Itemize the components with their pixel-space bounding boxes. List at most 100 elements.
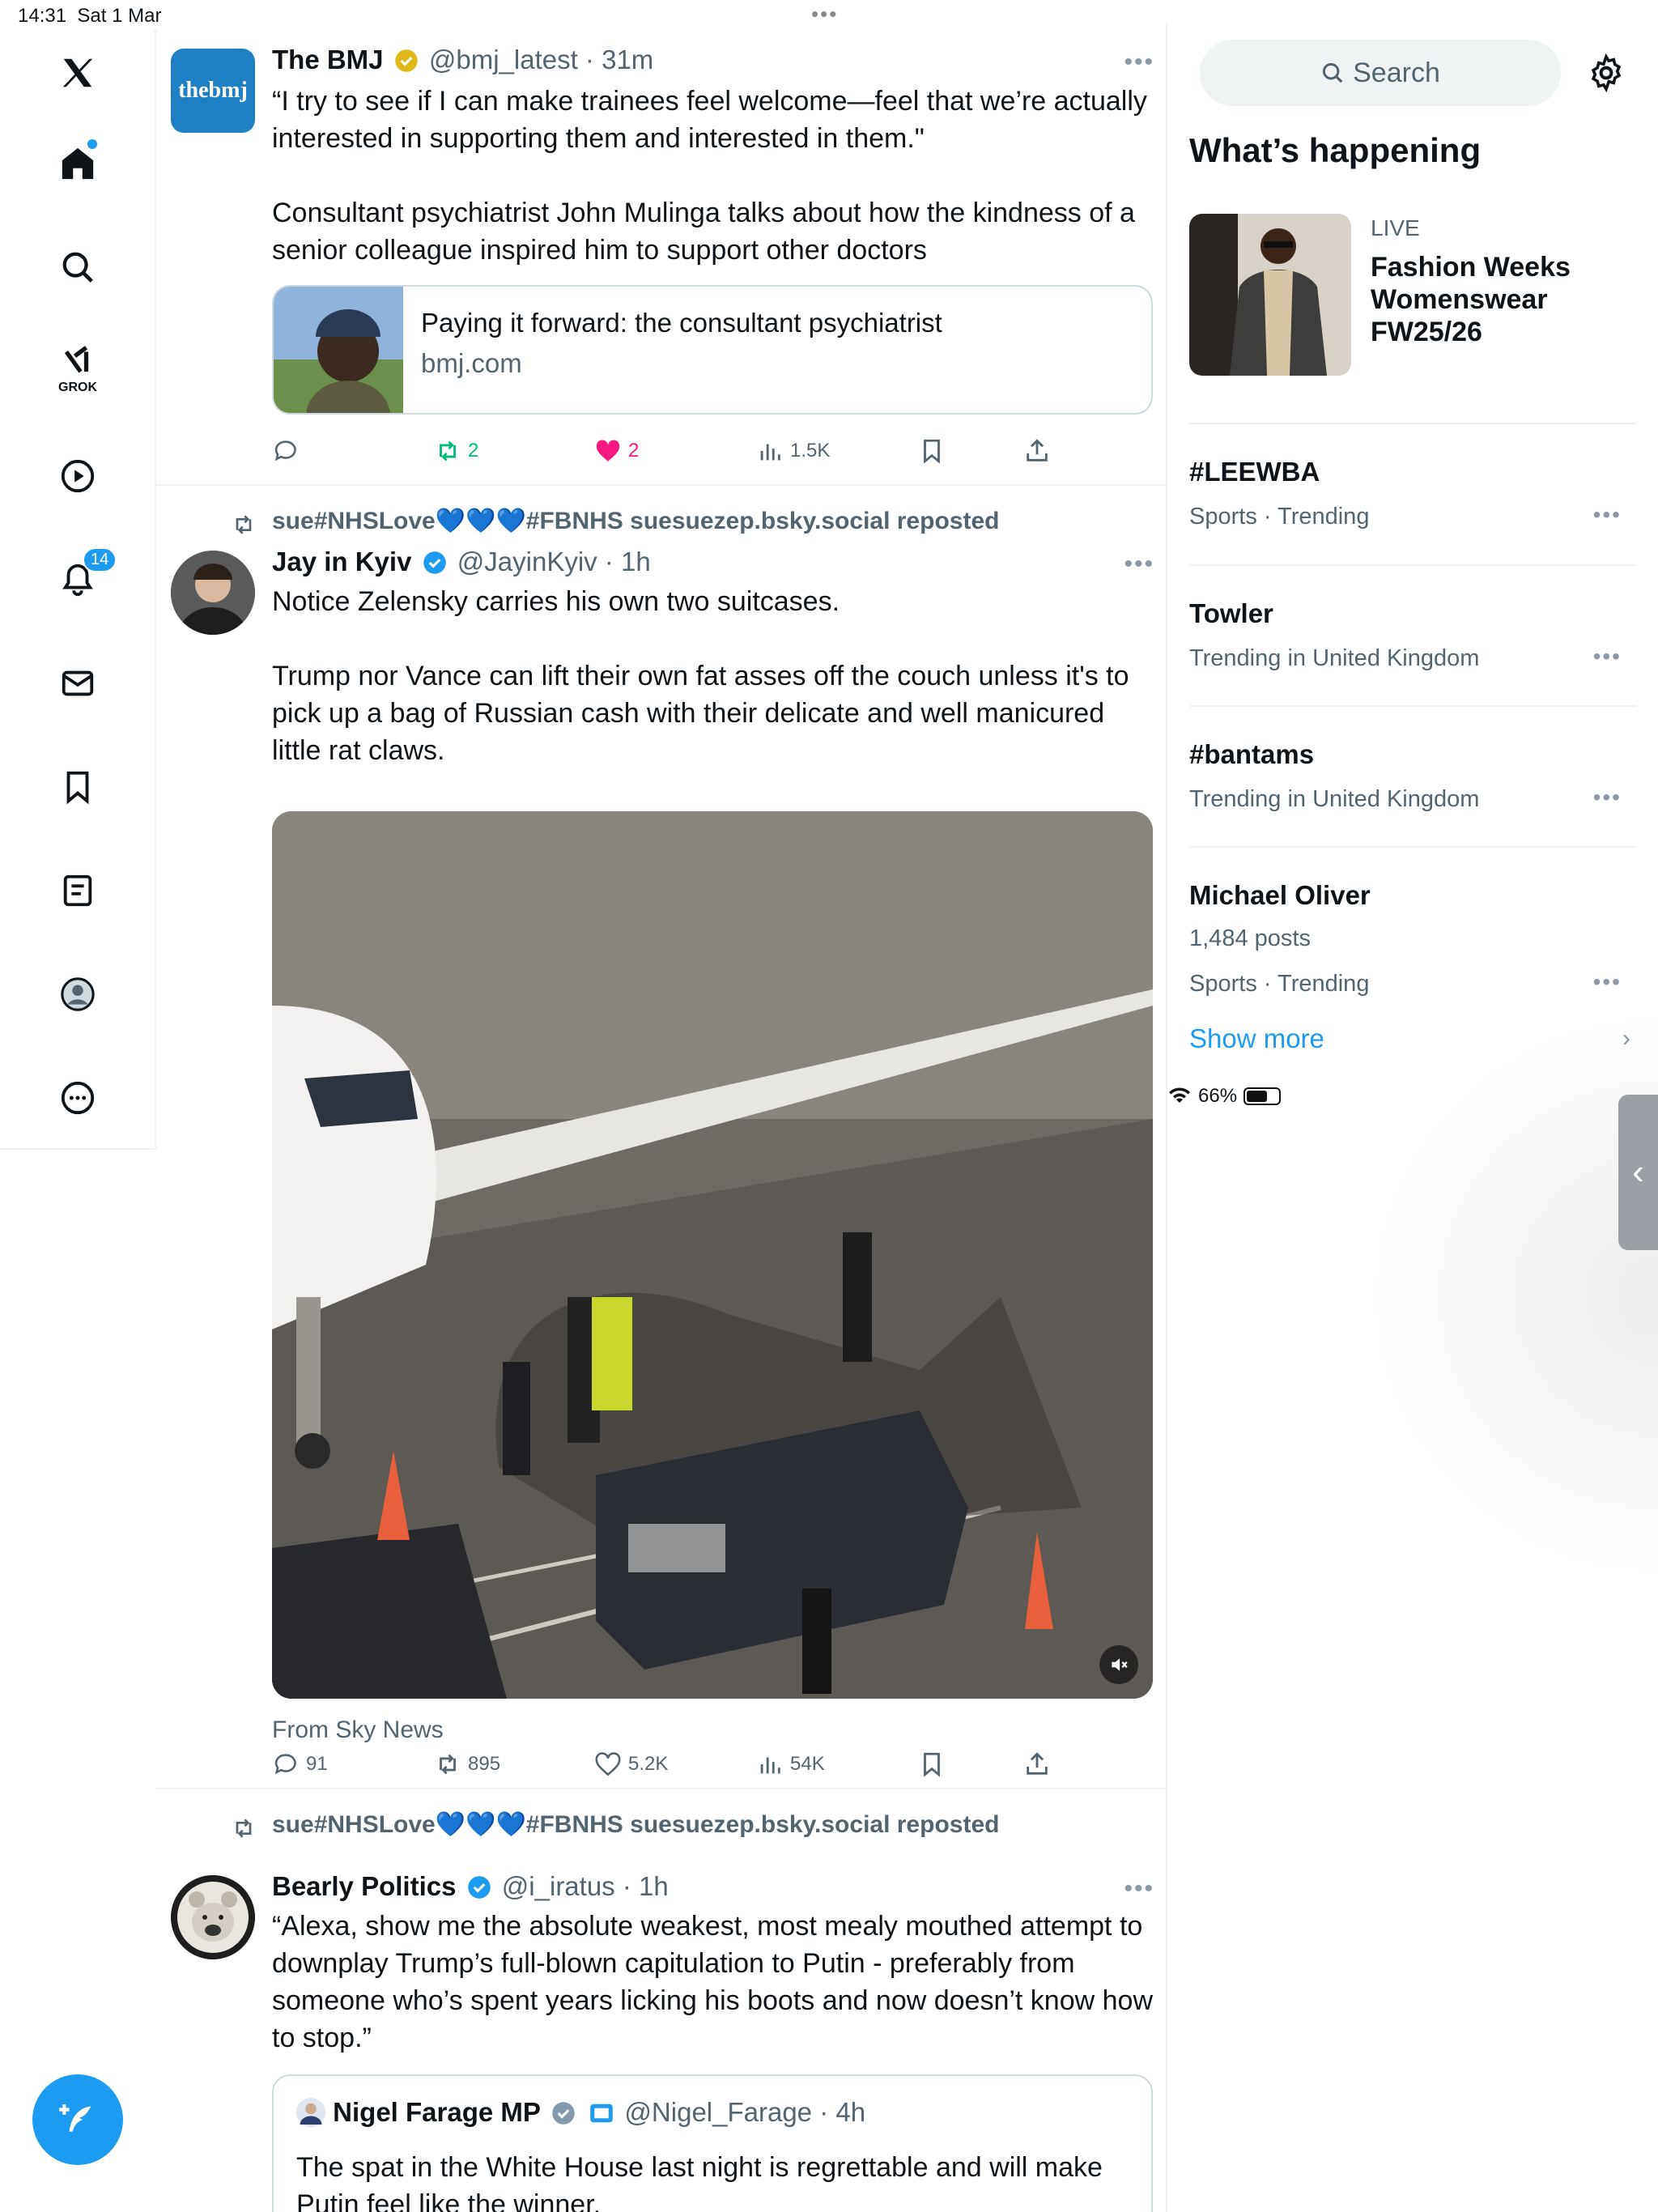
video-player[interactable] xyxy=(272,811,1153,1699)
views-button[interactable]: 54K xyxy=(756,1750,825,1778)
card-domain: bmj.com xyxy=(421,348,522,378)
author-name[interactable]: The BMJ xyxy=(272,45,384,74)
nav-more-button[interactable] xyxy=(45,1066,110,1130)
quote-header: Nigel Farage MP @Nigel_Farage · 4h xyxy=(296,2097,865,2128)
trend-more-icon[interactable]: ••• xyxy=(1593,644,1622,670)
whats-happening-heading: What’s happening xyxy=(1189,131,1482,169)
trend-item[interactable]: #bantams Trending in United Kingdom ••• xyxy=(1189,707,1636,848)
edge-shadow xyxy=(1368,1012,1658,1579)
repost-by-text[interactable]: sue#NHSLove💙💙💙#FBNHS suesuezep.bsky.soci… xyxy=(272,507,999,535)
chevron-left-icon: ‹ xyxy=(1632,1152,1644,1192)
bookmark-button[interactable] xyxy=(918,437,946,465)
reply-button[interactable]: 91 xyxy=(272,1750,328,1778)
video-source: From Sky News xyxy=(272,1716,444,1743)
more-options-icon[interactable]: ••• xyxy=(1124,1875,1154,1903)
compose-post-button[interactable] xyxy=(32,2074,123,2165)
nav-lists-button[interactable] xyxy=(45,858,110,923)
repost-button[interactable]: 2 xyxy=(434,437,478,465)
blue-verified-icon xyxy=(467,1876,491,1899)
more-options-icon[interactable]: ••• xyxy=(1124,49,1154,76)
search-placeholder: Search xyxy=(1353,57,1440,88)
trend-item[interactable]: Michael Oliver 1,484 posts Sports · Tren… xyxy=(1189,848,1636,1010)
author-name[interactable]: Bearly Politics xyxy=(272,1871,456,1901)
bmj-avatar[interactable]: thebmj xyxy=(171,49,255,133)
jay-avatar[interactable] xyxy=(171,551,255,635)
repost-count: 895 xyxy=(468,1753,501,1775)
post-time[interactable]: 1h xyxy=(621,547,651,576)
nav-messages-button[interactable] xyxy=(45,651,110,716)
nav-home-button[interactable] xyxy=(45,131,110,196)
tweet-bmj[interactable]: thebmj The BMJ @bmj_latest · 31m “I try … xyxy=(156,24,1166,486)
mail-icon xyxy=(62,670,94,696)
like-button[interactable]: 2 xyxy=(594,437,639,465)
bookmark-icon xyxy=(924,439,940,464)
trend-item[interactable]: Towler Trending in United Kingdom ••• xyxy=(1189,566,1636,707)
author-handle[interactable]: @JayinKyiv xyxy=(457,547,597,576)
card-title: Paying it forward: the consultant psychi… xyxy=(421,308,942,338)
speaker-muted-icon xyxy=(1112,1658,1128,1671)
trend-more-icon[interactable]: ••• xyxy=(1593,785,1622,810)
affiliate-badge-icon xyxy=(590,2104,613,2123)
bookmark-button[interactable] xyxy=(918,1750,946,1778)
trend-meta: Sports · Trending xyxy=(1189,971,1370,997)
nav-bookmarks-button[interactable] xyxy=(45,755,110,819)
bookmark-icon xyxy=(66,771,89,805)
multitask-dots-icon[interactable]: ••• xyxy=(811,2,838,27)
like-button[interactable]: 5.2K xyxy=(594,1750,668,1778)
tweet-bearly-politics[interactable]: sue#NHSLove💙💙💙#FBNHS suesuezep.bsky.soci… xyxy=(156,1789,1166,2212)
bearly-avatar[interactable] xyxy=(171,1875,255,1959)
card-thumbnail xyxy=(274,287,403,413)
live-event-item[interactable]: LIVE Fashion Weeks Womenswear FW25/26 xyxy=(1189,214,1636,424)
x-logo-icon[interactable] xyxy=(45,40,110,105)
timeline: thebmj The BMJ @bmj_latest · 31m “I try … xyxy=(156,24,1167,2212)
trend-more-icon[interactable]: ••• xyxy=(1593,969,1622,995)
profile-avatar-icon xyxy=(61,977,95,1011)
time-text: 14:31 xyxy=(18,5,67,27)
trend-item[interactable]: #LEEWBA Sports · Trending ••• xyxy=(1189,424,1636,566)
settings-gear-icon[interactable] xyxy=(1587,53,1626,92)
play-circle-icon xyxy=(61,459,95,493)
tweet-text-1: “I try to see if I can make trainees fee… xyxy=(272,86,1147,154)
quote-author-handle[interactable]: @Nigel_Farage xyxy=(624,2097,812,2127)
nav-video-button[interactable] xyxy=(45,444,110,508)
show-more-link[interactable]: Show more xyxy=(1189,1023,1324,1054)
search-input[interactable]: Search xyxy=(1200,40,1561,106)
tweet-header: The BMJ @bmj_latest · 31m xyxy=(272,45,654,74)
quoted-tweet[interactable]: Nigel Farage MP @Nigel_Farage · 4h The s… xyxy=(272,2074,1153,2212)
views-button[interactable]: 1.5K xyxy=(756,437,830,465)
post-time[interactable]: 31m xyxy=(602,45,653,74)
trend-name: Michael Oliver xyxy=(1189,880,1371,910)
view-count: 54K xyxy=(790,1753,825,1775)
author-handle[interactable]: @i_iratus xyxy=(502,1871,615,1901)
nav-search-button[interactable] xyxy=(45,235,110,300)
link-card[interactable]: Paying it forward: the consultant psychi… xyxy=(272,285,1153,415)
mute-toggle-button[interactable] xyxy=(1099,1645,1138,1684)
like-count: 2 xyxy=(628,440,640,462)
like-count: 5.2K xyxy=(628,1753,669,1775)
tweet-jay-in-kyiv[interactable]: sue#NHSLove💙💙💙#FBNHS suesuezep.bsky.soci… xyxy=(156,486,1166,1789)
nav-grok-button[interactable]: GROK xyxy=(45,334,110,398)
trend-more-icon[interactable]: ••• xyxy=(1593,502,1622,528)
share-button[interactable] xyxy=(1023,437,1051,465)
quote-avatar xyxy=(296,2098,325,2127)
repost-by-text[interactable]: sue#NHSLove💙💙💙#FBNHS suesuezep.bsky.soci… xyxy=(272,1810,999,1839)
trend-meta: Trending in United Kingdom xyxy=(1189,786,1480,812)
trend-posts: 1,484 posts xyxy=(1189,925,1311,951)
share-button[interactable] xyxy=(1023,1750,1051,1778)
tweet-text-2: Trump nor Vance can lift their own fat a… xyxy=(272,661,1129,766)
more-options-icon[interactable]: ••• xyxy=(1124,551,1154,578)
nav-profile-button[interactable] xyxy=(45,962,110,1027)
post-time[interactable]: 1h xyxy=(639,1871,669,1901)
nav-notifications-button[interactable]: 14 xyxy=(45,547,117,612)
quote-time[interactable]: 4h xyxy=(835,2097,865,2127)
slide-over-handle[interactable]: ‹ xyxy=(1618,1095,1658,1250)
author-handle[interactable]: @bmj_latest xyxy=(429,45,578,74)
tweet-actions: 2 2 1.5K xyxy=(272,437,1082,473)
reply-button[interactable] xyxy=(272,437,300,465)
view-count: 1.5K xyxy=(790,440,831,462)
tweet-text: “Alexa, show me the absolute weakest, mo… xyxy=(272,1911,1153,2053)
trend-name: #LEEWBA xyxy=(1189,457,1320,487)
quote-author-name[interactable]: Nigel Farage MP xyxy=(333,2097,541,2127)
author-name[interactable]: Jay in Kyiv xyxy=(272,547,411,576)
repost-button[interactable]: 895 xyxy=(434,1750,500,1778)
